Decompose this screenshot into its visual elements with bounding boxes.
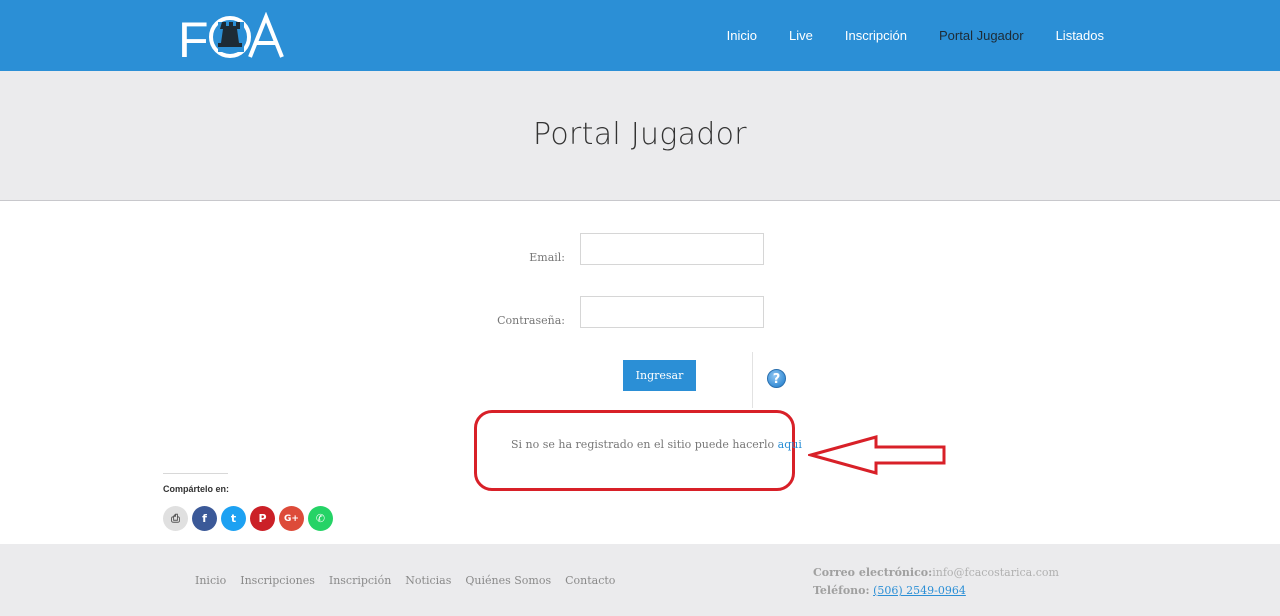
nav-inscripcion[interactable]: Inscripción bbox=[845, 28, 907, 43]
nav-portal-jugador[interactable]: Portal Jugador bbox=[939, 28, 1024, 43]
footer-email-value[interactable]: info@fcacostarica.com bbox=[932, 566, 1059, 579]
nav-listados[interactable]: Listados bbox=[1056, 28, 1104, 43]
google-plus-icon[interactable]: G+ bbox=[279, 506, 304, 531]
footer-link-inicio[interactable]: Inicio bbox=[195, 574, 226, 587]
footer-link-quienes-somos[interactable]: Quiénes Somos bbox=[465, 574, 551, 587]
nav-inicio[interactable]: Inicio bbox=[727, 28, 757, 43]
register-link[interactable]: aqui bbox=[778, 438, 802, 451]
footer-email-label: Correo electrónico: bbox=[813, 566, 933, 579]
twitter-icon[interactable]: t bbox=[221, 506, 246, 531]
main-nav: Inicio Live Inscripción Portal Jugador L… bbox=[727, 0, 1104, 71]
footer-link-inscripcion[interactable]: Inscripción bbox=[329, 574, 391, 587]
print-icon[interactable]: ⎙ bbox=[163, 506, 188, 531]
question-icon[interactable]: ? bbox=[767, 369, 786, 388]
annotation-arrow-icon bbox=[808, 435, 946, 475]
share-divider bbox=[163, 473, 228, 474]
footer-link-inscripciones[interactable]: Inscripciones bbox=[240, 574, 315, 587]
fca-logo[interactable]: F bbox=[178, 12, 290, 60]
share-label: Compártelo en: bbox=[163, 484, 230, 494]
footer-phone-label: Teléfono: bbox=[813, 584, 870, 597]
site-footer: Inicio Inscripciones Inscripción Noticia… bbox=[0, 544, 1280, 616]
footer-link-contacto[interactable]: Contacto bbox=[565, 574, 615, 587]
footer-nav: Inicio Inscripciones Inscripción Noticia… bbox=[195, 574, 615, 587]
footer-phone-link[interactable]: (506) 2549-0964 bbox=[873, 584, 966, 597]
register-note: Si no se ha registrado en el sitio puede… bbox=[511, 438, 802, 451]
password-label: Contraseña: bbox=[497, 314, 565, 327]
title-band: Portal Jugador bbox=[0, 71, 1280, 201]
whatsapp-icon[interactable]: ✆ bbox=[308, 506, 333, 531]
email-label: Email: bbox=[529, 251, 565, 264]
footer-email-row: Correo electrónico:info@fcacostarica.com bbox=[813, 564, 1059, 582]
facebook-icon[interactable]: f bbox=[192, 506, 217, 531]
site-header: F Inicio Live Inscripción Portal Jugador… bbox=[0, 0, 1280, 71]
page-title: Portal Jugador bbox=[533, 117, 747, 152]
logo-letter-f: F bbox=[178, 12, 209, 60]
pinterest-icon[interactable]: P bbox=[250, 506, 275, 531]
password-input[interactable] bbox=[580, 296, 764, 328]
footer-contact: Correo electrónico:info@fcacostarica.com… bbox=[813, 564, 1059, 600]
ingresar-button[interactable]: Ingresar bbox=[623, 360, 696, 391]
nav-live[interactable]: Live bbox=[789, 28, 813, 43]
footer-phone-row: Teléfono: (506) 2549-0964 bbox=[813, 582, 1059, 600]
footer-link-noticias[interactable]: Noticias bbox=[405, 574, 451, 587]
register-note-text: Si no se ha registrado en el sitio puede… bbox=[511, 438, 778, 451]
share-buttons: ⎙ f t P G+ ✆ bbox=[163, 506, 333, 531]
email-input[interactable] bbox=[580, 233, 764, 265]
form-divider bbox=[752, 352, 753, 408]
logo-letter-a bbox=[248, 12, 284, 58]
